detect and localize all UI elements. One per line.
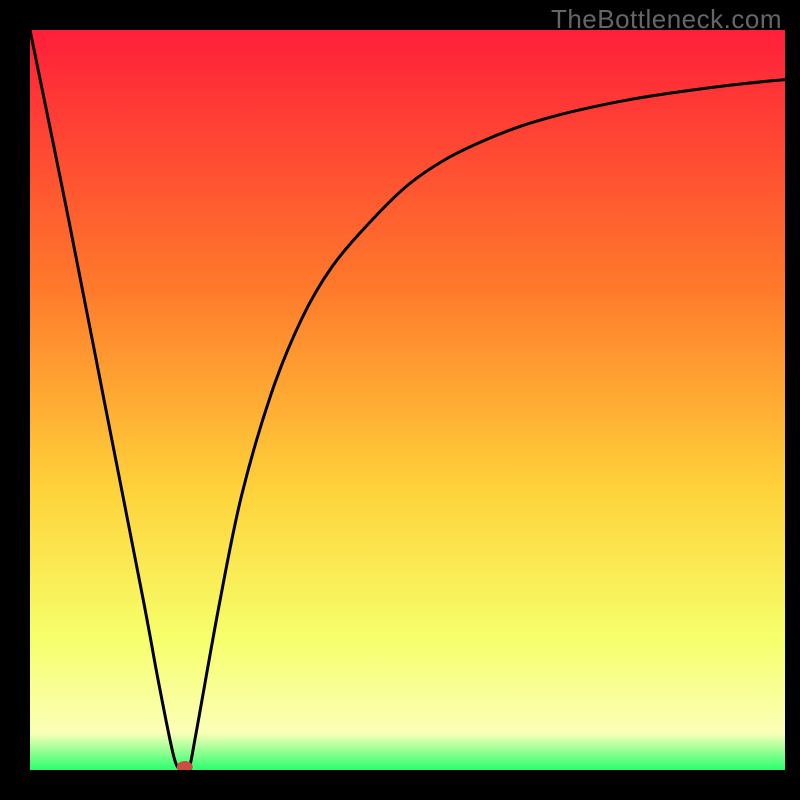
watermark-text: TheBottleneck.com: [551, 4, 782, 35]
gradient-background: [30, 30, 785, 770]
chart-svg: [30, 30, 785, 770]
chart-frame: TheBottleneck.com: [0, 0, 800, 800]
plot-area: [30, 30, 785, 770]
